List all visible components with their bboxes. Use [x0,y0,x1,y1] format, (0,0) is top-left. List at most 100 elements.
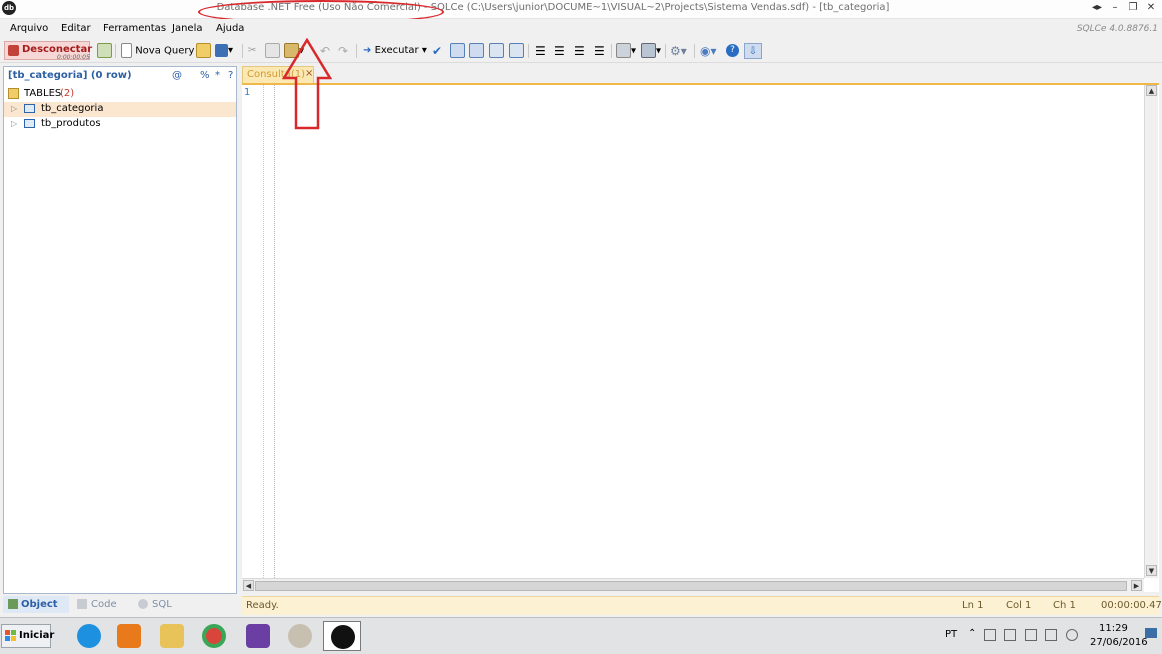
download-icon[interactable]: ⇩ [744,43,762,59]
flag-tray-icon[interactable] [1004,629,1016,641]
menu-ajuda[interactable]: Ajuda [216,23,244,34]
new-query-button[interactable]: Nova Query [121,43,194,59]
status-char: Ch 1 [1053,600,1076,611]
database-net-icon [331,625,355,649]
status-message: Ready. [246,600,279,611]
battery-tray-icon[interactable] [1025,629,1037,641]
disconnect-button[interactable]: Desconectar 0:00:00:05 [4,41,92,61]
execute-label: Executar [374,45,419,56]
web-icon[interactable]: ◉▾ [700,43,717,59]
tree-item-tb-categoria[interactable]: ▷ tb_categoria [4,102,236,117]
table-name: tb_categoria [41,103,104,114]
minimize-button[interactable]: – [1107,1,1123,15]
grid-icon-3[interactable] [489,43,504,59]
tree-root-tables[interactable]: TABLES (2) [4,87,236,102]
taskbar-visual-studio[interactable] [239,621,277,651]
help-button[interactable]: ? [228,70,233,81]
tab-object[interactable]: Object [3,596,69,613]
chrome-icon [202,624,226,648]
tab-sql[interactable]: SQL [136,596,192,613]
status-elapsed: 00:00:00.478 [1101,600,1162,611]
copy-icon[interactable] [265,43,280,59]
check-syntax-icon[interactable]: ✔ [432,43,442,59]
status-column: Col 1 [1006,600,1032,611]
outdent-icon[interactable]: ☰ [594,43,605,59]
clock-date[interactable]: 27/06/2016 [1090,637,1148,648]
new-query-label: Nova Query [135,45,195,57]
save-icon[interactable]: ▾ [215,43,233,59]
table-icon [24,119,35,128]
version-label: SQLCe 4.0.8876.1 [1076,24,1158,34]
menu-ferramentas[interactable]: Ferramentas [103,23,166,34]
taskbar-paint[interactable] [281,621,319,651]
tab-object-label: Object [21,599,58,610]
close-button[interactable]: ✕ [1143,1,1159,15]
title-bar: db Database .NET Free (Uso Não Comercial… [0,0,1162,19]
tab-code-label: Code [91,599,117,610]
at-button[interactable]: @ [172,70,182,81]
table-name: tb_produtos [41,118,101,129]
taskbar-chrome[interactable] [195,621,233,651]
play-icon: ➜ [363,45,372,56]
help-icon[interactable]: ? [726,43,739,59]
settings-gear-icon[interactable]: ⚙▾ [670,43,687,59]
menu-janela[interactable]: Janela [172,23,202,34]
grid-icon-1[interactable] [450,43,465,59]
print-icon[interactable]: ▾ [641,43,661,59]
taskbar-database-net[interactable] [323,621,361,651]
scroll-down-icon[interactable]: ▼ [1146,565,1157,576]
export-icon[interactable]: ▾ [616,43,636,59]
indent-icon[interactable]: ☰ [574,43,585,59]
folder-icon [160,624,184,648]
scroll-thumb[interactable] [255,581,1127,591]
vertical-scrollbar[interactable]: ▲ ▼ [1144,85,1158,578]
sql-editor[interactable]: 1 ▲ ▼ ◀ ▶ [242,83,1159,592]
line-number-gutter: 1 [242,85,275,578]
open-folder-icon[interactable] [196,43,211,59]
expand-arrow-icon[interactable]: ▷ [11,104,17,113]
taskbar-internet-explorer[interactable] [70,621,108,651]
show-desktop-button[interactable] [1145,628,1157,638]
start-button[interactable]: Iniciar [1,624,55,648]
horizontal-scrollbar[interactable]: ◀ ▶ [242,578,1144,592]
plug-icon [8,45,19,56]
object-icon [8,599,18,609]
media-player-icon [117,624,141,648]
network-tray-icon[interactable] [984,629,996,641]
volume-tray-icon[interactable] [1066,629,1078,641]
taskbar-file-explorer[interactable] [153,621,191,651]
menu-arquivo[interactable]: Arquivo [10,23,48,34]
clock-time[interactable]: 11:29 [1099,623,1128,634]
signal-tray-icon[interactable] [1045,629,1057,641]
uncomment-icon[interactable]: ☰ [554,43,565,59]
comment-icon[interactable]: ☰ [535,43,546,59]
tree-item-tb-produtos[interactable]: ▷ tb_produtos [4,117,236,132]
scroll-left-icon[interactable]: ◀ [243,580,254,591]
toolbar-separator [611,44,612,58]
expand-arrow-icon[interactable]: ▷ [11,119,17,128]
line-number: 1 [244,87,251,98]
grid-icon-4[interactable] [509,43,524,59]
tab-code[interactable]: Code [75,596,131,613]
redo-icon[interactable]: ↷ [338,43,348,59]
tray-expand-icon[interactable]: ⌃ [968,628,976,639]
table-icon [24,104,35,113]
restore-button[interactable]: ❐ [1125,1,1141,15]
star-button[interactable]: * [215,70,220,81]
swap-icon[interactable]: ◂▸ [1089,1,1105,15]
status-bar: Ready. Ln 1 Col 1 Ch 1 00:00:00.478 [242,596,1162,615]
scroll-right-icon[interactable]: ▶ [1131,580,1142,591]
menu-editar[interactable]: Editar [61,23,91,34]
panel-header: [tb_categoria] (0 row) @ % * ? [4,67,236,85]
sql-icon [138,599,148,609]
taskbar-media-player[interactable] [110,621,148,651]
language-indicator[interactable]: PT [945,629,957,640]
toolbar: Desconectar 0:00:00:05 Nova Query ▾ ✂ ▾ … [0,40,1162,63]
grid-icon-2[interactable] [469,43,484,59]
scroll-up-icon[interactable]: ▲ [1146,85,1157,96]
refresh-icon[interactable] [97,43,112,59]
percent-button[interactable]: % [200,70,210,81]
cut-icon[interactable]: ✂ [248,43,256,59]
execute-button[interactable]: ➜ Executar ▾ [363,43,427,59]
start-label: Iniciar [19,630,55,641]
